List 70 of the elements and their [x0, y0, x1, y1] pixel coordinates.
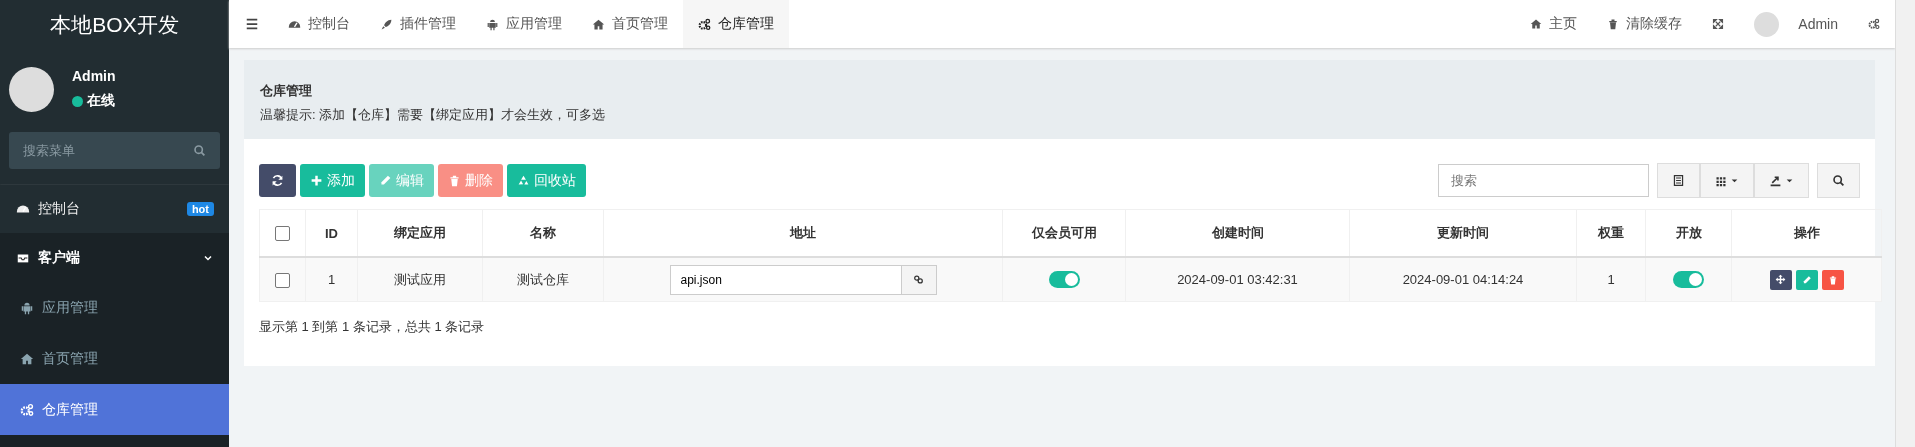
pagination-info: 显示第 1 到第 1 条记录，总共 1 条记录	[259, 318, 486, 336]
android-robot-icon	[486, 17, 499, 31]
sidebar-menu-item[interactable]: 仓库管理	[0, 384, 229, 435]
table-cell: 测试应用	[357, 257, 483, 302]
toolbar-link[interactable]: 清除缓存	[1592, 0, 1698, 48]
gears-icon	[1868, 18, 1880, 30]
menu-icon	[245, 17, 259, 31]
nav-tab[interactable]: 控制台	[273, 0, 365, 48]
rocket-icon	[380, 17, 393, 31]
refresh-icon	[271, 174, 284, 187]
search-icon	[193, 144, 206, 157]
hint-text: 温馨提示: 添加【仓库】需要【绑定应用】才会生效，可多选	[260, 106, 607, 124]
list-icon	[1672, 174, 1685, 187]
table-search-field[interactable]: 搜索	[1438, 164, 1649, 197]
search-button[interactable]	[1817, 163, 1860, 198]
table-cell: 测试仓库	[482, 257, 604, 302]
open-switch[interactable]	[1673, 271, 1704, 289]
user-status: 在线	[87, 92, 115, 110]
link-button[interactable]	[901, 264, 937, 295]
move-arrows-icon	[1775, 274, 1786, 285]
expand-arrows-icon	[1712, 18, 1725, 30]
sidebar-menu-item[interactable]: 客户端	[0, 233, 229, 282]
columns-button[interactable]	[1700, 163, 1754, 198]
table-cell: 2024-09-01 03:42:31	[1125, 257, 1350, 302]
export-button[interactable]	[1754, 163, 1809, 198]
select-all-checkbox[interactable]	[275, 226, 290, 242]
pencil-icon	[379, 174, 392, 187]
members-only-switch[interactable]	[1048, 271, 1080, 289]
sidebar-menu-item[interactable]: 首页管理	[0, 333, 229, 384]
user-name: Admin	[72, 68, 116, 84]
toolbar-link[interactable]: 主页	[1515, 0, 1593, 48]
android-robot-icon	[20, 300, 34, 315]
home-icon	[1530, 18, 1543, 30]
user-menu[interactable]: Admin	[1798, 16, 1838, 32]
search-icon	[1832, 174, 1845, 187]
gears-icon	[20, 402, 34, 417]
gears-icon	[698, 17, 711, 31]
nav-tab[interactable]: 仓库管理	[683, 0, 789, 48]
plus-icon	[310, 174, 323, 187]
pencil-icon	[1801, 274, 1812, 285]
refresh-button[interactable]	[259, 164, 296, 197]
menu-search-field[interactable]: 搜索菜单	[9, 132, 220, 169]
grid-icon	[1715, 174, 1727, 187]
home-icon	[20, 351, 34, 366]
nav-tab[interactable]: 插件管理	[365, 0, 471, 48]
home-icon	[592, 17, 605, 31]
table-cell: 2024-09-01 04:14:24	[1349, 257, 1577, 302]
link-icon	[913, 274, 924, 285]
trash-icon	[448, 174, 461, 187]
user-avatar	[1754, 11, 1780, 37]
nav-tab[interactable]: 应用管理	[471, 0, 577, 48]
user-avatar	[9, 66, 54, 112]
view-toggle-button[interactable]	[1657, 163, 1700, 198]
caret-down-icon	[1730, 176, 1739, 185]
drag-button[interactable]	[1769, 269, 1792, 290]
sidebar-menu-item[interactable]: 应用管理	[0, 282, 229, 333]
table-cell: 1	[1576, 257, 1646, 302]
table-cell: 1	[305, 257, 358, 302]
address-field[interactable]: api.json	[669, 264, 902, 295]
export-icon	[1769, 174, 1782, 187]
sidebar-menu-item[interactable]: 控制台 hot	[0, 185, 229, 233]
caret-down-icon	[1785, 176, 1794, 185]
nav-tab[interactable]: 首页管理	[577, 0, 683, 48]
delete-button[interactable]	[1821, 269, 1844, 290]
trash-icon	[1607, 18, 1620, 30]
hot-badge: hot	[186, 202, 214, 216]
row-checkbox[interactable]	[275, 272, 290, 288]
page-title: 仓库管理	[260, 82, 313, 100]
app-logo-text: 本地BOX开发	[49, 12, 180, 38]
scrollbar[interactable]	[1895, 0, 1915, 447]
